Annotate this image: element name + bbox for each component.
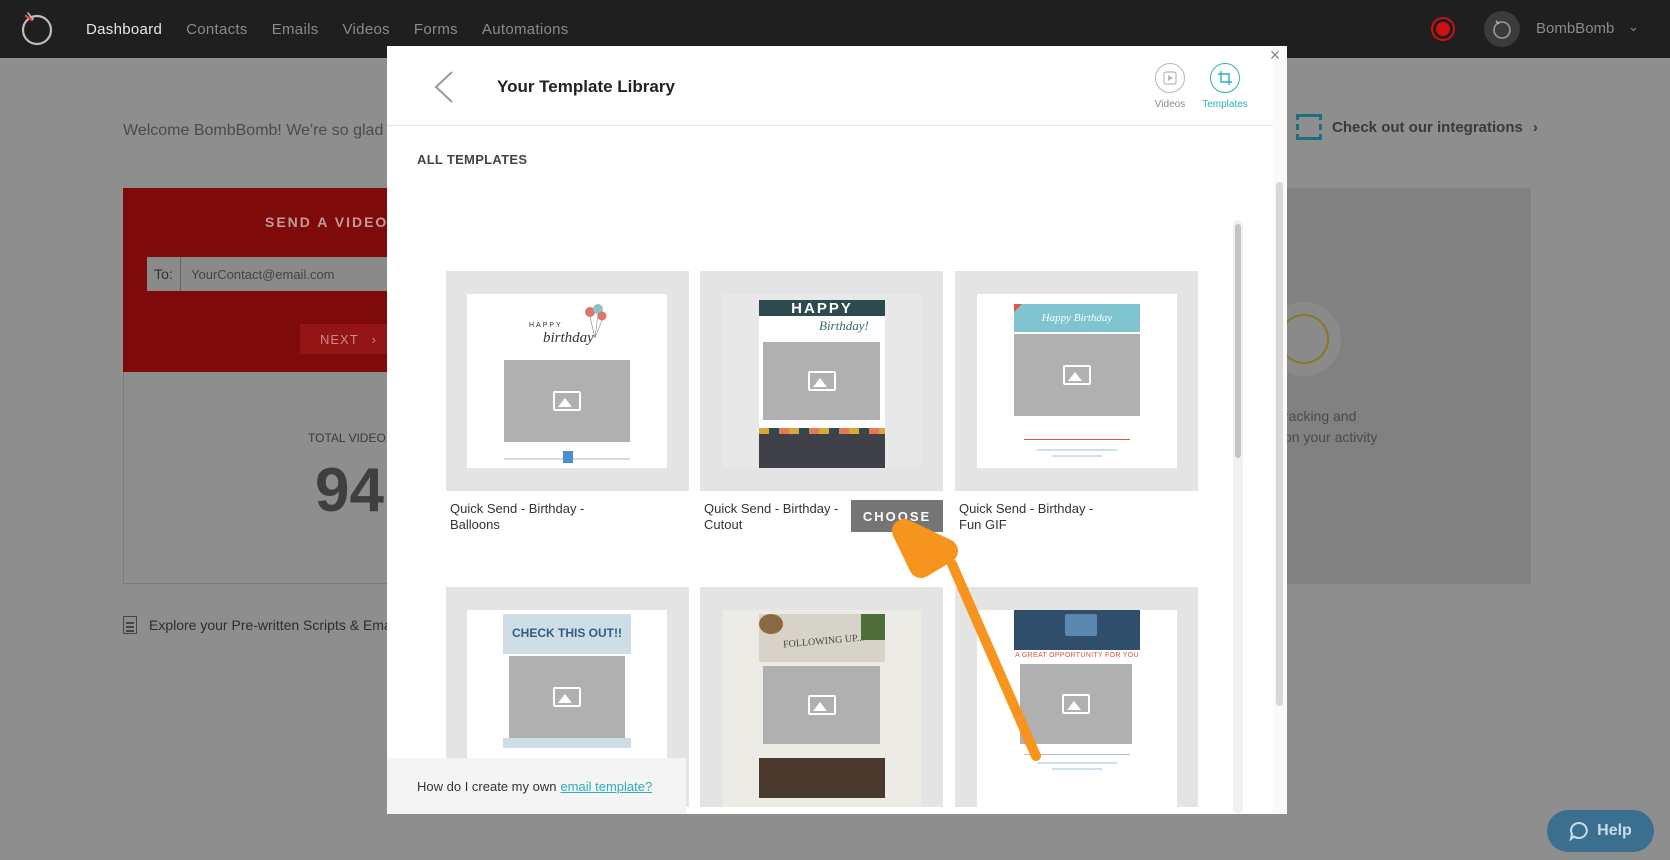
total-videos-value: 94 [315,456,384,525]
template-scroll-thumb[interactable] [1235,224,1241,458]
crop-icon [1210,63,1240,93]
howto-banner: How do I create my own email template? [387,758,686,814]
tracking-line-1: racking and [1284,408,1357,424]
template-card-cutout[interactable]: HAPPY Birthday! Quick Send - Birthday - … [700,271,943,533]
image-placeholder [504,360,630,442]
template-card-balloons[interactable]: HAPPY birthday Quick Send - Birthday - B… [446,271,689,533]
record-icon[interactable] [1431,17,1455,41]
template-thumbnail[interactable]: HAPPY birthday [446,271,689,491]
chat-bubble-icon [1569,821,1588,841]
template-thumbnail[interactable]: HAPPY Birthday! [700,271,943,491]
nav-automations[interactable]: Automations [482,21,569,38]
thumb-happy-birthday-text: Happy Birthday [1041,312,1113,324]
modal-header: Your Template Library Videos Templates [387,46,1273,126]
tracking-text: racking and on your activity [1284,406,1377,448]
welcome-message: Welcome BombBomb! We're so glad [123,122,384,139]
template-name: Quick Send - Birthday - Fun GIF [959,501,1094,532]
tracking-line-2: on your activity [1284,429,1378,445]
nav-dashboard[interactable]: Dashboard [86,21,162,38]
help-button[interactable]: Help [1547,810,1654,852]
to-label: To: [147,257,181,291]
document-icon [123,616,137,634]
template-thumbnail[interactable]: Happy Birthday [955,271,1198,491]
nav-emails[interactable]: Emails [272,21,319,38]
tracking-panel [1286,188,1531,584]
total-videos-label: TOTAL VIDEO [308,431,386,445]
next-button[interactable]: NEXT › [300,324,393,354]
image-placeholder [1014,334,1140,416]
thumb-happy-bold-text: HAPPY [791,300,853,317]
modal-title: Your Template Library [497,77,675,96]
explore-label: Explore your Pre-written Scripts & Email [149,617,398,633]
template-thumbnail[interactable]: A GREAT OPPORTUNITY FOR YOU [955,587,1198,807]
template-name: Quick Send - Birthday - Balloons [450,501,585,532]
template-card-great-opportunity[interactable]: A GREAT OPPORTUNITY FOR YOU [955,587,1198,807]
integrations-icon [1296,114,1322,140]
integrations-label: Check out our integrations [1332,118,1523,136]
integrations-link[interactable]: Check out our integrations › [1296,114,1538,140]
avatar[interactable] [1484,11,1520,47]
template-thumbnail[interactable]: FOLLOWING UP... [700,587,943,807]
thumb-birthday-script-text: Birthday! [819,318,869,333]
send-video-title: SEND A VIDEO E [265,214,406,230]
back-arrow-icon[interactable] [432,70,456,104]
nav-forms[interactable]: Forms [414,21,458,38]
avatar-logo-icon [1493,20,1511,39]
image-placeholder [763,666,880,744]
gift-icon [563,451,573,463]
account-name[interactable]: BombBomb [1536,20,1614,37]
chevron-down-icon[interactable]: ⌄ [1628,19,1639,35]
choose-template-button[interactable]: CHOOSE [851,500,943,532]
explore-scripts-link[interactable]: Explore your Pre-written Scripts & Email [123,616,398,634]
chevron-right-icon: › [1532,118,1538,136]
chevron-right-icon: › [371,331,377,347]
play-icon [1155,63,1185,93]
modal-scroll-thumb[interactable] [1276,182,1283,706]
nav-contacts[interactable]: Contacts [186,21,248,38]
to-field[interactable]: To: YourContact@email.com [147,257,393,291]
thumb-great-opportunity-text: A GREAT OPPORTUNITY FOR YOU [1015,652,1139,659]
tab-templates-label: Templates [1202,99,1248,110]
to-input[interactable]: YourContact@email.com [181,267,335,282]
howto-text: How do I create my own [417,778,557,794]
template-name: Quick Send - Birthday - Cutout [704,501,839,532]
next-label: NEXT [320,331,359,347]
section-title: ALL TEMPLATES [417,152,528,167]
thumb-check-this-out-text: CHECK THIS OUT!! [512,626,622,640]
template-library-modal: Your Template Library Videos Templates A… [387,46,1287,814]
balloons-icon [585,304,607,339]
bombbomb-logo-icon[interactable] [20,10,54,46]
close-icon[interactable]: × [1266,46,1284,64]
image-placeholder [1020,664,1132,744]
help-label: Help [1597,822,1632,839]
image-placeholder [509,656,625,738]
template-card-fun-gif[interactable]: Happy Birthday Quick Send - Birthday - F… [955,271,1198,533]
nav-videos[interactable]: Videos [343,21,390,38]
image-placeholder [763,342,880,420]
template-card-following-up[interactable]: FOLLOWING UP... [700,587,943,807]
thumb-happy-text: HAPPY [529,322,563,329]
email-template-link[interactable]: email template? [560,779,652,794]
tab-videos-label: Videos [1154,99,1186,110]
tab-videos[interactable]: Videos [1142,63,1198,110]
tab-templates[interactable]: Templates [1197,63,1253,110]
